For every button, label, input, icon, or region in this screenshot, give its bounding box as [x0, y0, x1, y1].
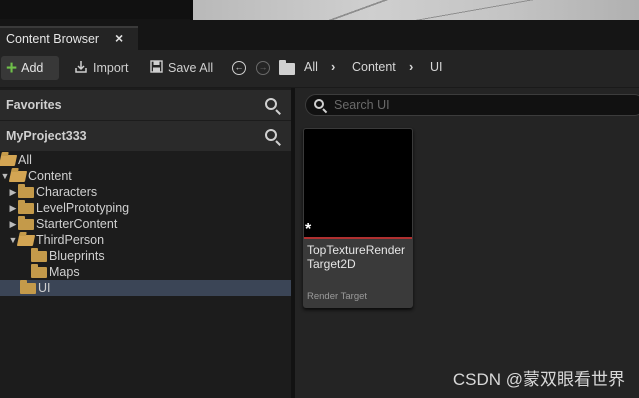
tree-item-label: Content	[28, 169, 72, 183]
level-viewport-strip	[0, 0, 639, 24]
tab-bar: Content Browser ×	[0, 24, 639, 50]
tab-title: Content Browser	[6, 32, 100, 46]
tab-content-browser[interactable]: Content Browser ×	[0, 26, 138, 50]
chevron-right-icon[interactable]: ▶	[8, 203, 18, 214]
tree-item-all[interactable]: All	[0, 152, 291, 168]
search-icon[interactable]	[265, 129, 277, 141]
folder-icon[interactable]	[279, 60, 295, 78]
import-icon	[74, 60, 88, 77]
plus-icon: +	[6, 57, 18, 79]
asset-type: Render Target	[307, 291, 368, 302]
folder-icon	[31, 247, 47, 262]
tree-item-blueprints[interactable]: Blueprints	[0, 247, 291, 264]
asset-view-panel: * TopTextureRender Target2D Render Targe…	[295, 88, 639, 398]
save-all-button[interactable]: Save All	[150, 58, 213, 78]
toolbar: + Add Import Save All ← → All › Content …	[0, 50, 639, 88]
search-icon	[314, 99, 324, 109]
tree-item-label: Maps	[49, 265, 80, 279]
asset-name: TopTextureRender Target2D	[307, 243, 406, 271]
folder-icon	[18, 199, 34, 214]
folder-icon	[18, 183, 34, 198]
chevron-right-icon[interactable]: ›	[409, 59, 413, 74]
tree-item-ui[interactable]: UI	[0, 279, 291, 296]
tree-item-label: StarterContent	[36, 217, 118, 231]
project-header[interactable]: MyProject333	[0, 121, 291, 151]
tree-item-maps[interactable]: Maps	[0, 263, 291, 280]
tree-item-characters[interactable]: ▶ Characters	[0, 183, 291, 200]
add-button[interactable]: + Add	[1, 56, 59, 80]
breadcrumb-all[interactable]: All	[304, 60, 318, 74]
project-label: MyProject333	[6, 129, 87, 143]
back-arrow-icon[interactable]: ←	[232, 61, 246, 75]
tree-item-content[interactable]: ▼ Content	[0, 168, 291, 184]
asset-tile[interactable]: * TopTextureRender Target2D Render Targe…	[303, 128, 413, 308]
folder-tree: All ▼ Content ▶ Characters ▶ LevelProtot…	[0, 152, 291, 296]
breadcrumb-content[interactable]: Content	[352, 60, 396, 74]
viewport-floor-preview	[193, 0, 639, 20]
close-icon[interactable]: ×	[115, 30, 123, 46]
folder-icon	[18, 215, 34, 230]
add-button-label: Add	[21, 61, 44, 75]
chevron-right-icon[interactable]: ▶	[8, 219, 18, 230]
chevron-right-icon[interactable]: ›	[331, 59, 335, 74]
import-button[interactable]: Import	[74, 58, 128, 78]
tree-item-label: Blueprints	[49, 249, 105, 263]
tree-item-startercontent[interactable]: ▶ StarterContent	[0, 215, 291, 232]
folder-icon	[31, 263, 47, 278]
asset-thumbnail	[304, 129, 412, 237]
favorites-header[interactable]: Favorites	[0, 90, 291, 120]
tree-item-label: Characters	[36, 185, 98, 199]
folder-open-icon	[16, 234, 36, 246]
tree-item-levelprototyping[interactable]: ▶ LevelPrototyping	[0, 199, 291, 216]
tree-item-label: ThirdPerson	[36, 233, 105, 247]
viewport-dark-region	[0, 0, 190, 19]
tree-item-label: UI	[38, 281, 51, 295]
sources-panel: Favorites MyProject333 All ▼ Content ▶ C…	[0, 88, 291, 398]
folder-icon	[20, 279, 36, 294]
asset-type-color-strip	[304, 237, 412, 239]
folder-open-icon	[0, 154, 18, 166]
search-icon[interactable]	[265, 98, 277, 110]
favorites-label: Favorites	[6, 98, 62, 112]
asset-search-box[interactable]	[305, 94, 639, 116]
search-input[interactable]	[334, 98, 614, 112]
forward-arrow-icon[interactable]: →	[256, 61, 270, 75]
breadcrumb-ui[interactable]: UI	[430, 60, 443, 74]
chevron-right-icon[interactable]: ▶	[8, 187, 18, 198]
save-all-label: Save All	[168, 61, 214, 75]
tree-item-label: LevelPrototyping	[36, 201, 130, 215]
unsaved-marker-icon: *	[305, 221, 312, 238]
save-icon	[150, 60, 163, 76]
folder-open-icon	[8, 170, 28, 182]
tree-item-label: All	[18, 153, 32, 167]
watermark: CSDN @蒙双眼看世界	[452, 370, 625, 389]
tree-item-thirdperson[interactable]: ▼ ThirdPerson	[0, 232, 291, 248]
import-label: Import	[93, 61, 129, 75]
